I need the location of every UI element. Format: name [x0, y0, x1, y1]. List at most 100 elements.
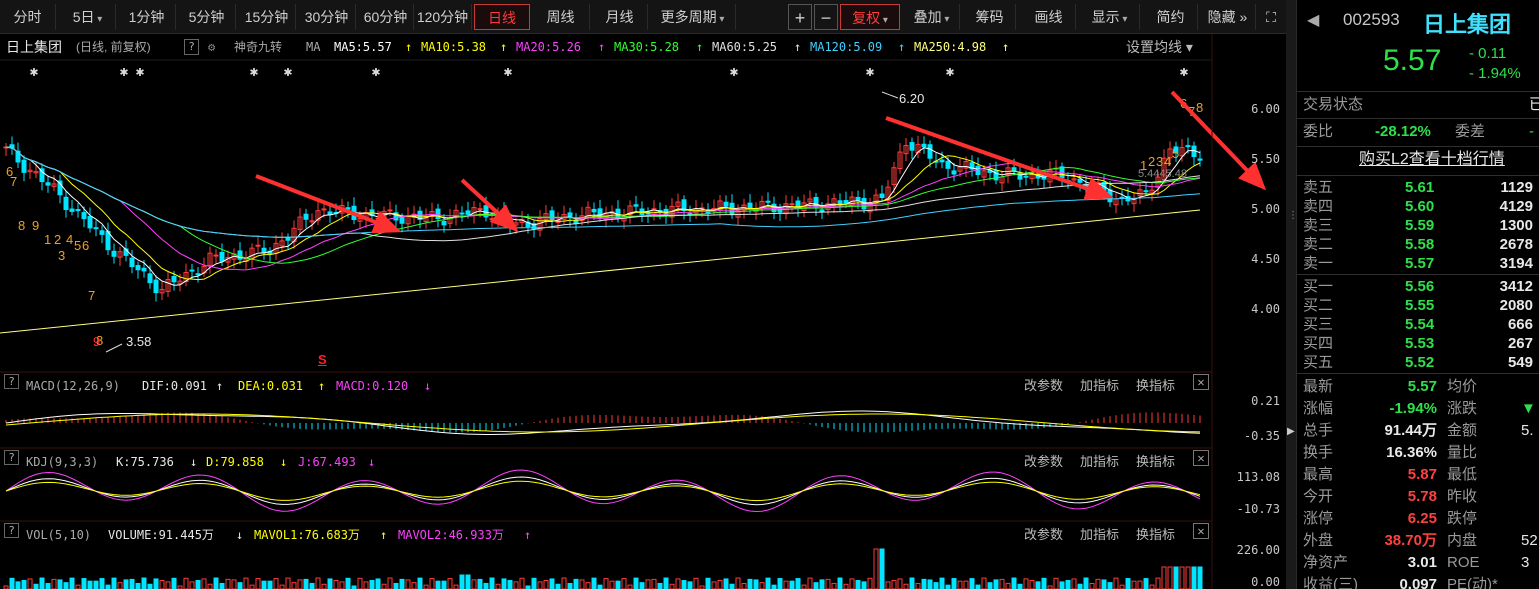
stat-value-2: 5. [1521, 422, 1534, 439]
close-icon[interactable]: ✕ [1193, 523, 1209, 539]
sell-level-1[interactable]: 卖五 5.61 1129 [1297, 178, 1539, 197]
chevron-left-icon[interactable]: ◀ [1307, 10, 1319, 30]
signal-star-icon: ✱ [29, 66, 38, 79]
stat-label-2: 均价 [1447, 378, 1478, 395]
axis-label-4-50: 4.50 [1251, 252, 1280, 266]
stat-value-2: 3 [1521, 554, 1530, 571]
add-indicator-button[interactable]: 加指标 [1080, 523, 1119, 547]
sell-level-4[interactable]: 卖二 5.58 2678 [1297, 235, 1539, 254]
buy-level-3[interactable]: 买三 5.54 666 [1297, 315, 1539, 334]
vol-name[interactable]: VOL(5,10) [26, 523, 91, 547]
mavol2-value: MAVOL2:46.933万 [398, 528, 504, 542]
swap-indicator-button[interactable]: 换指标 [1136, 450, 1175, 474]
level-label: 卖二 [1303, 235, 1334, 253]
level-price: 5.59 [1405, 217, 1435, 234]
stat-label: 外盘 [1303, 532, 1334, 549]
high-price-label: 6.20 [899, 91, 925, 106]
level-volume: 2080 [1499, 297, 1533, 314]
stat-label: 收益(三) [1303, 576, 1358, 589]
level-label: 买五 [1303, 353, 1334, 371]
edit-params-button[interactable]: 改参数 [1024, 374, 1063, 398]
buy-level-1[interactable]: 买一 5.56 3412 [1297, 277, 1539, 296]
nine-turn-digit: 2 [1148, 154, 1155, 169]
macd-axis-top: 0.21 [1251, 394, 1280, 408]
arrow-up-icon: ↑ [524, 528, 532, 542]
help-icon[interactable]: ? [4, 523, 19, 538]
trade-status-row: 交易状态 已 [1297, 94, 1539, 116]
stat-label: 换手 [1303, 444, 1334, 461]
buy-l2-link[interactable]: 购买L2查看十档行情 [1359, 149, 1505, 171]
sell-level-5[interactable]: 卖一 5.57 3194 [1297, 254, 1539, 273]
d-value: D:79.858 [206, 455, 264, 469]
divider [1297, 146, 1539, 147]
close-icon[interactable]: ✕ [1193, 374, 1209, 390]
level-price: 5.57 [1405, 255, 1435, 272]
stat-label-2: PE(动)* [1447, 576, 1498, 589]
price-change-pct: - 1.94% [1469, 65, 1521, 82]
level-label: 买四 [1303, 334, 1334, 352]
axis-label-6-00: 6.00 [1251, 102, 1280, 116]
nine-turn-count: 9 [93, 334, 101, 349]
nine-turn-digit: 4 [66, 232, 73, 247]
close-icon[interactable]: ✕ [1193, 450, 1209, 466]
level-price: 5.53 [1405, 335, 1435, 352]
signal-star-icon: ✱ [865, 66, 874, 79]
j-value: J:67.493 [298, 455, 356, 469]
kline-chart[interactable]: ✱✱✱✱✱✱✱✱✱✱✱67891234567812345678 [0, 0, 1286, 589]
kdj-name[interactable]: KDJ(9,3,3) [26, 450, 98, 474]
arrow-down-icon: ↓ [280, 455, 288, 469]
stat-value: 5.78 [1407, 488, 1437, 505]
weicha-label: 委差 [1455, 123, 1486, 140]
nine-turn-digit: 8 [1196, 100, 1203, 115]
weibi-row: 委比 -28.12% 委差 - [1297, 121, 1539, 143]
add-indicator-button[interactable]: 加指标 [1080, 374, 1119, 398]
dea-value: DEA:0.031 [238, 379, 304, 393]
sell-level-3[interactable]: 卖三 5.59 1300 [1297, 216, 1539, 235]
stats-row: 外盘 38.70万内盘 52. [1297, 530, 1539, 552]
kdj-axis-bottom: -10.73 [1236, 502, 1280, 516]
axis-label-4-00: 4.00 [1251, 302, 1280, 316]
divider [1297, 373, 1539, 374]
chevron-right-icon[interactable]: ▶ [1287, 426, 1295, 437]
level-volume: 1129 [1500, 179, 1533, 196]
add-indicator-button[interactable]: 加指标 [1080, 450, 1119, 474]
stats-row: 涨停 6.25 跌停 [1297, 508, 1539, 530]
macd-header: ? MACD(12,26,9) DIF:0.091 ↑ DEA:0.031 ↑ … [0, 374, 1212, 398]
signal-star-icon: ✱ [135, 66, 144, 79]
stats-row: 换手 16.36% 量比 [1297, 442, 1539, 464]
arrow-down-icon: ↓ [190, 455, 198, 469]
buy-level-2[interactable]: 买二 5.55 2080 [1297, 296, 1539, 315]
swap-indicator-button[interactable]: 换指标 [1136, 523, 1175, 547]
level-label: 买三 [1303, 315, 1334, 333]
panel-collapse-strip[interactable]: ⋮ ▶ [1286, 0, 1298, 589]
swap-indicator-button[interactable]: 换指标 [1136, 374, 1175, 398]
signal-star-icon: ✱ [1179, 66, 1188, 79]
stats-row: 最高 5.87 最低 [1297, 464, 1539, 486]
stat-value: 16.36% [1386, 444, 1437, 461]
macd-name[interactable]: MACD(12,26,9) [26, 374, 120, 398]
help-icon[interactable]: ? [4, 450, 19, 465]
sell-level-2[interactable]: 卖四 5.60 4129 [1297, 197, 1539, 216]
level-label: 买二 [1303, 296, 1334, 314]
mid-price-label: 5.4445.48 [1138, 168, 1187, 180]
edit-params-button[interactable]: 改参数 [1024, 523, 1063, 547]
signal-star-icon: ✱ [371, 66, 380, 79]
stat-label: 净资产 [1303, 554, 1349, 571]
help-icon[interactable]: ? [4, 374, 19, 389]
level-price: 5.60 [1405, 198, 1435, 215]
edit-params-button[interactable]: 改参数 [1024, 450, 1063, 474]
arrow-down-icon: ↓ [424, 379, 432, 393]
weicha-value: - [1529, 123, 1534, 140]
level-price: 5.56 [1405, 278, 1435, 295]
stat-label: 涨幅 [1303, 400, 1334, 417]
kdj-panel [5, 469, 1201, 513]
stat-label-2: 量比 [1447, 444, 1478, 461]
signal-star-icon: ✱ [119, 66, 128, 79]
buy-level-4[interactable]: 买四 5.53 267 [1297, 334, 1539, 353]
l2-link-row: 购买L2查看十档行情 [1297, 149, 1539, 171]
nine-turn-digit: 5 [74, 238, 81, 253]
kdj-axis-top: 113.08 [1236, 470, 1280, 484]
macd-axis-bottom: -0.35 [1243, 429, 1280, 443]
level-volume: 2678 [1499, 236, 1533, 253]
buy-level-5[interactable]: 买五 5.52 549 [1297, 353, 1539, 372]
